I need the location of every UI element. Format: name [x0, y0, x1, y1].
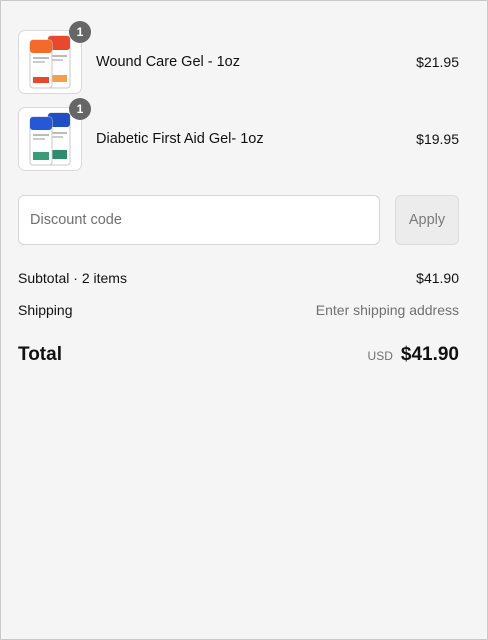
product-tube-image	[29, 112, 71, 166]
apply-button[interactable]: Apply	[395, 195, 459, 245]
shipping-label: Shipping	[18, 302, 73, 318]
product-name: Wound Care Gel - 1oz	[96, 54, 240, 70]
discount-form: Apply	[18, 195, 459, 245]
total-amount: $41.90	[400, 344, 459, 365]
order-summary-panel: 1 Wound Care Gel - 1oz $21.95 1 Diabetic…	[0, 0, 488, 640]
subtotal-label: Subtotal · 2 items	[18, 270, 127, 286]
quantity-badge: 1	[69, 21, 91, 43]
product-price: $19.95	[416, 131, 459, 147]
currency-code: USD	[367, 349, 393, 363]
total-label: Total	[18, 344, 62, 365]
shipping-value: Enter shipping address	[315, 302, 459, 318]
subtotal-value: $41.90	[416, 270, 459, 286]
product-tube-image	[29, 35, 71, 89]
product-price: $21.95	[416, 54, 459, 70]
total-row: Total USD $41.90	[18, 342, 459, 368]
product-thumbnail: 1	[18, 98, 91, 171]
discount-code-input[interactable]	[18, 195, 380, 245]
product-name: Diabetic First Aid Gel- 1oz	[96, 131, 264, 147]
line-item: 1 Diabetic First Aid Gel- 1oz $19.95	[18, 98, 459, 171]
line-item: 1 Wound Care Gel - 1oz $21.95	[18, 21, 459, 94]
quantity-badge: 1	[69, 98, 91, 120]
shipping-row: Shipping Enter shipping address	[18, 300, 459, 320]
total-amount-group: USD $41.90	[368, 344, 459, 366]
product-thumbnail: 1	[18, 21, 91, 94]
subtotal-row: Subtotal · 2 items $41.90	[18, 268, 459, 288]
